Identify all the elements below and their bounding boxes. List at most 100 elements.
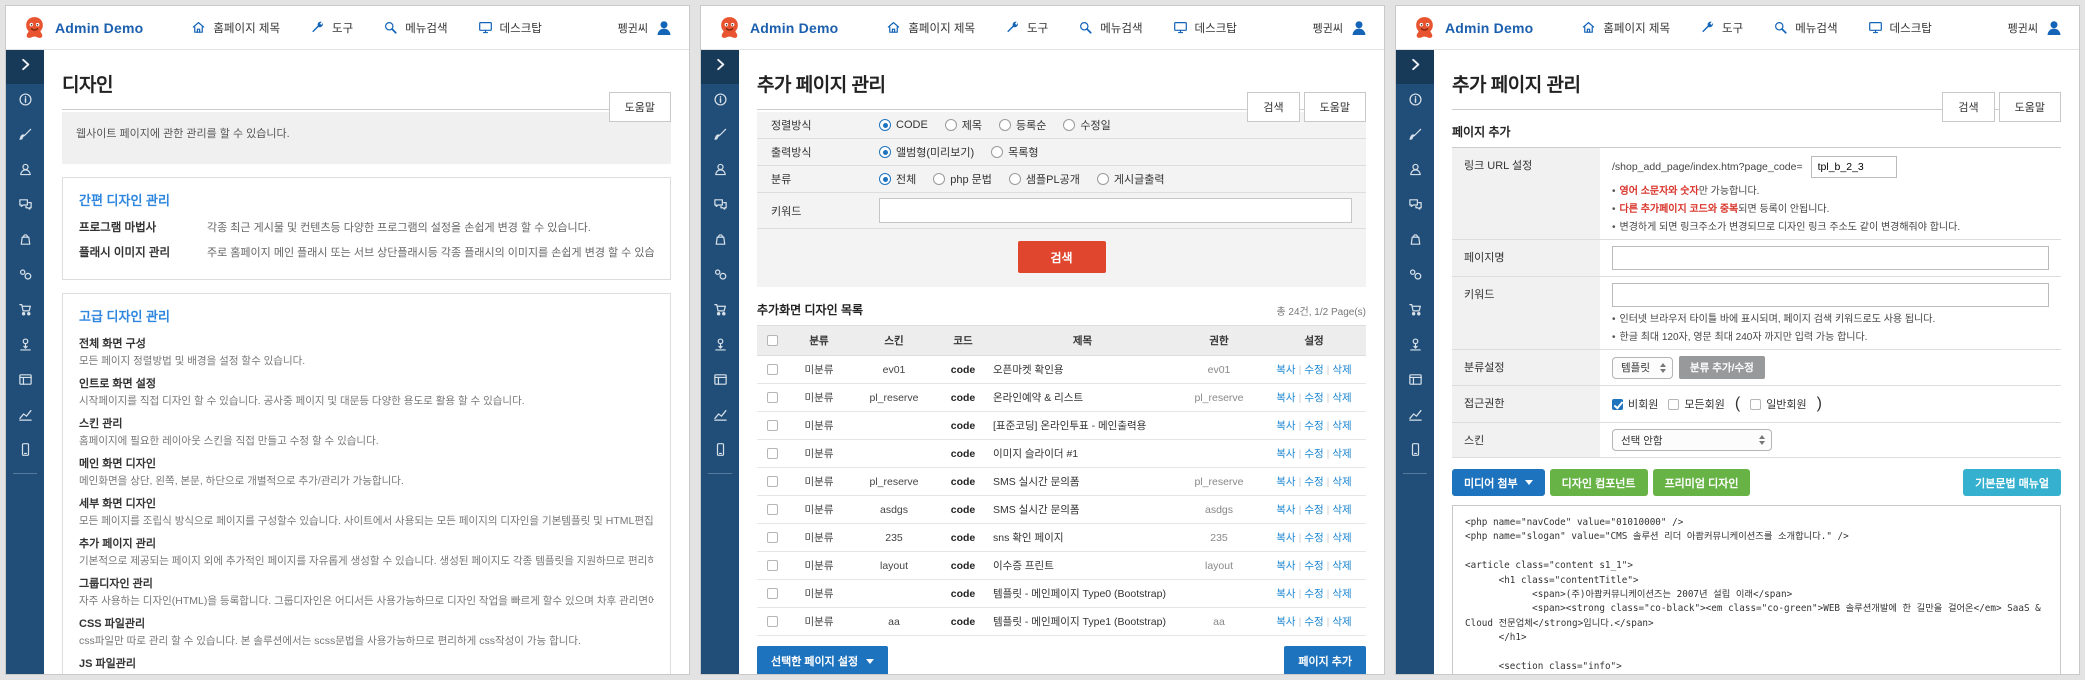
- sidebar-item-mobile[interactable]: [1396, 434, 1434, 469]
- sidebar-item-member[interactable]: [701, 329, 739, 364]
- action-link-0[interactable]: 복사: [1276, 588, 1295, 600]
- select-all-checkbox[interactable]: [766, 335, 778, 347]
- action-link-1[interactable]: 수정: [1304, 588, 1323, 600]
- sidebar-item-window[interactable]: [1396, 364, 1434, 399]
- action-link-2[interactable]: 삭제: [1332, 588, 1351, 600]
- item-title[interactable]: 스킨 관리: [79, 415, 654, 431]
- action-link-0[interactable]: 복사: [1276, 392, 1295, 404]
- item-title[interactable]: 그룹디자인 관리: [79, 575, 654, 591]
- p2-tab-1[interactable]: 도움말: [1303, 92, 1366, 122]
- row-checkbox[interactable]: [766, 560, 778, 572]
- action-link-1[interactable]: 수정: [1304, 532, 1323, 544]
- category-edit-button[interactable]: 분류 추가/수정: [1678, 356, 1765, 379]
- sidebar-item-mobile[interactable]: [6, 434, 44, 469]
- nav-item-tool[interactable]: 도구: [1700, 20, 1743, 36]
- brand[interactable]: Admin Demo: [22, 15, 143, 40]
- toolbar-button-2[interactable]: 프리미엄 디자인: [1652, 469, 1751, 496]
- keyword-input[interactable]: [879, 198, 1352, 223]
- radio-option[interactable]: 제목: [944, 117, 982, 133]
- action-link-0[interactable]: 복사: [1276, 616, 1295, 628]
- nav-item-home[interactable]: 홈페이지 제목: [886, 20, 975, 36]
- code-editor[interactable]: <php name="navCode" value="01010000" /> …: [1452, 505, 2061, 674]
- nav-item-desktop[interactable]: 데스크탑: [478, 20, 542, 36]
- action-link-0[interactable]: 복사: [1276, 364, 1295, 376]
- action-link-0[interactable]: 복사: [1276, 532, 1295, 544]
- user-menu[interactable]: 펭귄씨: [1313, 19, 1368, 37]
- radio-option[interactable]: 수정일: [1063, 117, 1111, 133]
- manual-button[interactable]: 기본문법 매뉴얼: [1963, 469, 2061, 496]
- sidebar-item-bag[interactable]: [701, 224, 739, 259]
- nav-item-search[interactable]: 메뉴검색: [1773, 20, 1838, 36]
- radio-option[interactable]: 등록순: [999, 117, 1046, 133]
- sidebar-item-info[interactable]: [6, 84, 44, 119]
- action-link-1[interactable]: 수정: [1304, 616, 1323, 628]
- sidebar-item-chevron-right[interactable]: [6, 50, 44, 84]
- sidebar-item-cart[interactable]: [1396, 294, 1434, 329]
- sidebar-item-user[interactable]: [701, 154, 739, 189]
- p3-tab-0[interactable]: 검색: [1942, 92, 1995, 122]
- action-link-0[interactable]: 복사: [1276, 420, 1295, 432]
- item-title[interactable]: JS 파일관리: [79, 655, 654, 671]
- action-link-2[interactable]: 삭제: [1332, 420, 1351, 432]
- nav-item-desktop[interactable]: 데스크탑: [1173, 20, 1237, 36]
- sidebar-item-user[interactable]: [6, 154, 44, 189]
- row-checkbox[interactable]: [766, 616, 778, 628]
- sidebar-item-chat[interactable]: [6, 189, 44, 224]
- action-link-1[interactable]: 수정: [1304, 560, 1323, 572]
- brand[interactable]: Admin Demo: [717, 15, 838, 40]
- sidebar-item-info[interactable]: [1396, 84, 1434, 119]
- sidebar-item-cart[interactable]: [701, 294, 739, 329]
- p3-tab-1[interactable]: 도움말: [1998, 92, 2061, 122]
- sidebar-item-modules[interactable]: [701, 259, 739, 294]
- sidebar-item-cart[interactable]: [6, 294, 44, 329]
- action-link-2[interactable]: 삭제: [1332, 448, 1351, 460]
- item-title[interactable]: CSS 파일관리: [79, 615, 654, 631]
- row-checkbox[interactable]: [766, 504, 778, 516]
- sidebar-item-user[interactable]: [1396, 154, 1434, 189]
- row-checkbox[interactable]: [766, 588, 778, 600]
- radio-option[interactable]: 게시글출력: [1096, 171, 1164, 187]
- item-label[interactable]: 플래시 이미지 관리: [79, 244, 207, 260]
- action-link-1[interactable]: 수정: [1304, 420, 1323, 432]
- item-title[interactable]: 세부 화면 디자인: [79, 495, 654, 511]
- action-link-0[interactable]: 복사: [1276, 560, 1295, 572]
- page-name-input[interactable]: [1612, 246, 2049, 270]
- sidebar-item-bag[interactable]: [6, 224, 44, 259]
- nav-item-home[interactable]: 홈페이지 제목: [191, 20, 280, 36]
- sidebar-item-window[interactable]: [6, 364, 44, 399]
- p1-tab-0[interactable]: 도움말: [608, 92, 671, 122]
- row-checkbox[interactable]: [766, 532, 778, 544]
- row-checkbox[interactable]: [766, 448, 778, 460]
- user-menu[interactable]: 펭귄씨: [618, 19, 673, 37]
- action-link-1[interactable]: 수정: [1304, 448, 1323, 460]
- toolbar-button-1[interactable]: 디자인 컴포넌트: [1549, 469, 1648, 496]
- sidebar-item-modules[interactable]: [6, 259, 44, 294]
- sidebar-item-chart[interactable]: [6, 399, 44, 434]
- sidebar-item-member[interactable]: [6, 329, 44, 364]
- row-checkbox[interactable]: [766, 420, 778, 432]
- action-link-0[interactable]: 복사: [1276, 476, 1295, 488]
- nav-item-home[interactable]: 홈페이지 제목: [1581, 20, 1670, 36]
- sidebar-item-bag[interactable]: [1396, 224, 1434, 259]
- action-link-2[interactable]: 삭제: [1332, 364, 1351, 376]
- action-link-1[interactable]: 수정: [1304, 476, 1323, 488]
- bulk-action-button[interactable]: 선택한 페이지 설정: [757, 646, 889, 674]
- action-link-2[interactable]: 삭제: [1332, 616, 1351, 628]
- sidebar-item-member[interactable]: [1396, 329, 1434, 364]
- radio-option[interactable]: 샘플PL공개: [1008, 171, 1080, 187]
- sidebar-item-modules[interactable]: [1396, 259, 1434, 294]
- action-link-2[interactable]: 삭제: [1332, 476, 1351, 488]
- skin-select[interactable]: 선택 안함: [1612, 429, 1772, 451]
- sidebar-item-chevron-right[interactable]: [701, 50, 739, 84]
- sidebar-item-brush[interactable]: [1396, 119, 1434, 154]
- radio-option[interactable]: php 문법: [933, 171, 992, 187]
- sidebar-item-brush[interactable]: [6, 119, 44, 154]
- category-select[interactable]: 템플릿: [1612, 356, 1673, 379]
- action-link-1[interactable]: 수정: [1304, 392, 1323, 404]
- action-link-0[interactable]: 복사: [1276, 504, 1295, 516]
- nav-item-tool[interactable]: 도구: [310, 20, 353, 36]
- sidebar-item-chat[interactable]: [701, 189, 739, 224]
- item-title[interactable]: 메인 화면 디자인: [79, 455, 654, 471]
- radio-option[interactable]: 목록형: [991, 144, 1039, 160]
- action-link-1[interactable]: 수정: [1304, 364, 1323, 376]
